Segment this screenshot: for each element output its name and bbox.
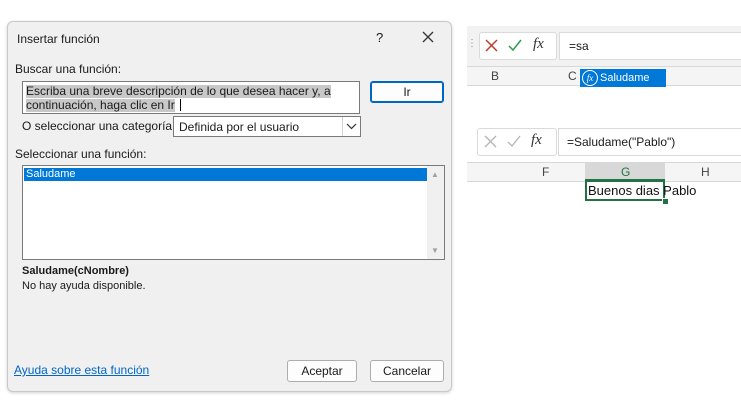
formula-text: =Saludame("Pablo") — [567, 135, 676, 149]
autocomplete-label: Saludame — [600, 72, 650, 84]
chevron-down-icon[interactable] — [342, 117, 360, 136]
search-text-line2: continuación, haga clic en Ir — [26, 98, 175, 112]
cancel-x-icon[interactable] — [485, 39, 498, 52]
cancel-button[interactable]: Cancelar — [370, 360, 444, 382]
function-signature: Saludame(cNombre) — [22, 265, 129, 277]
function-list-label: Seleccionar una función: — [15, 147, 147, 161]
formula-input[interactable]: =Saludame("Pablo") — [558, 128, 741, 156]
function-icon[interactable]: fx — [531, 132, 542, 149]
column-headers: F G H — [467, 162, 741, 182]
function-description: No hay ayuda disponible. — [22, 280, 146, 292]
help-link[interactable]: Ayuda sobre esta función — [14, 363, 149, 377]
scrollbar[interactable]: ▲ ▼ — [427, 166, 444, 259]
scroll-up-icon[interactable]: ▲ — [431, 170, 439, 179]
autocomplete-item[interactable]: fx Saludame — [580, 69, 666, 87]
go-button[interactable]: Ir — [370, 81, 444, 103]
help-button[interactable]: ? — [376, 30, 383, 45]
function-list[interactable]: Saludame ▲ ▼ — [22, 165, 445, 260]
column-g-header[interactable]: G — [621, 165, 630, 179]
search-text-line1: Escriba una breve descripción de lo que … — [26, 84, 331, 98]
formula-input[interactable]: =sa — [559, 32, 741, 60]
search-label: Buscar una función: — [15, 62, 122, 76]
formula-text: =sa — [569, 39, 589, 53]
category-value: Definida por el usuario — [179, 120, 300, 134]
cancel-x-icon[interactable] — [484, 135, 497, 148]
category-select[interactable]: Definida por el usuario — [173, 116, 361, 137]
insert-function-dialog: Insertar función ? Buscar una función: E… — [7, 21, 452, 392]
dialog-title: Insertar función — [17, 32, 100, 46]
scroll-down-icon[interactable]: ▼ — [431, 246, 439, 255]
fill-handle[interactable] — [662, 198, 669, 205]
column-f-header[interactable]: F — [542, 165, 549, 179]
close-icon[interactable] — [420, 29, 436, 45]
column-c-header[interactable]: C — [568, 69, 577, 83]
column-h-header[interactable]: H — [701, 165, 710, 179]
category-label: O seleccionar una categoría: — [22, 119, 176, 133]
grip-dots: ⋮ — [467, 38, 477, 49]
function-icon[interactable]: fx — [533, 36, 544, 53]
list-item[interactable]: Saludame — [24, 168, 428, 181]
ok-button[interactable]: Aceptar — [287, 360, 357, 382]
cell-value: Buenos dias Pablo — [588, 183, 697, 198]
text-caret — [180, 99, 181, 111]
check-icon[interactable] — [508, 39, 522, 52]
search-input[interactable]: Escriba una breve descripción de lo que … — [22, 81, 360, 114]
column-b-header[interactable]: B — [491, 69, 499, 83]
function-icon: fx — [582, 70, 598, 86]
check-icon[interactable] — [507, 135, 521, 148]
